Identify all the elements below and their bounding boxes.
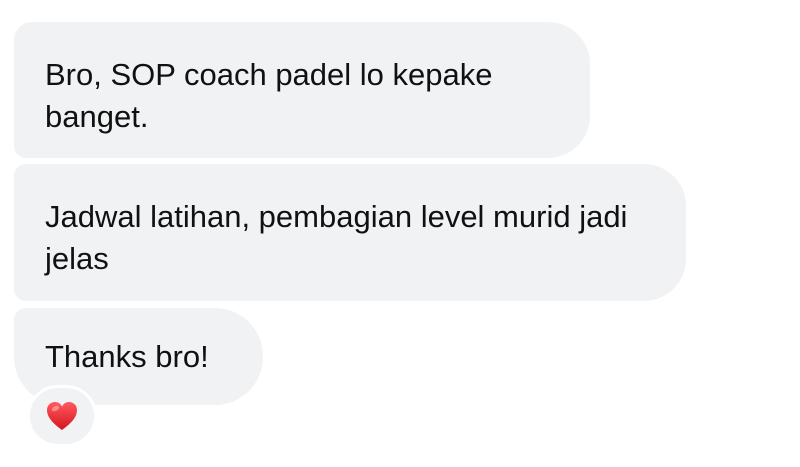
message-bubble[interactable]: Bro, SOP coach padel lo kepake banget. <box>14 22 590 158</box>
red-heart-icon <box>47 402 77 430</box>
message-text: Thanks bro! <box>45 339 209 374</box>
message-bubble[interactable]: Jadwal latihan, pembagian level murid ja… <box>14 164 686 301</box>
message-text: Jadwal latihan, pembagian level murid ja… <box>45 199 628 276</box>
message-thread: Bro, SOP coach padel lo kepake banget. J… <box>0 0 800 467</box>
message-text: Bro, SOP coach padel lo kepake banget. <box>45 57 493 134</box>
message-reaction[interactable] <box>27 385 97 447</box>
